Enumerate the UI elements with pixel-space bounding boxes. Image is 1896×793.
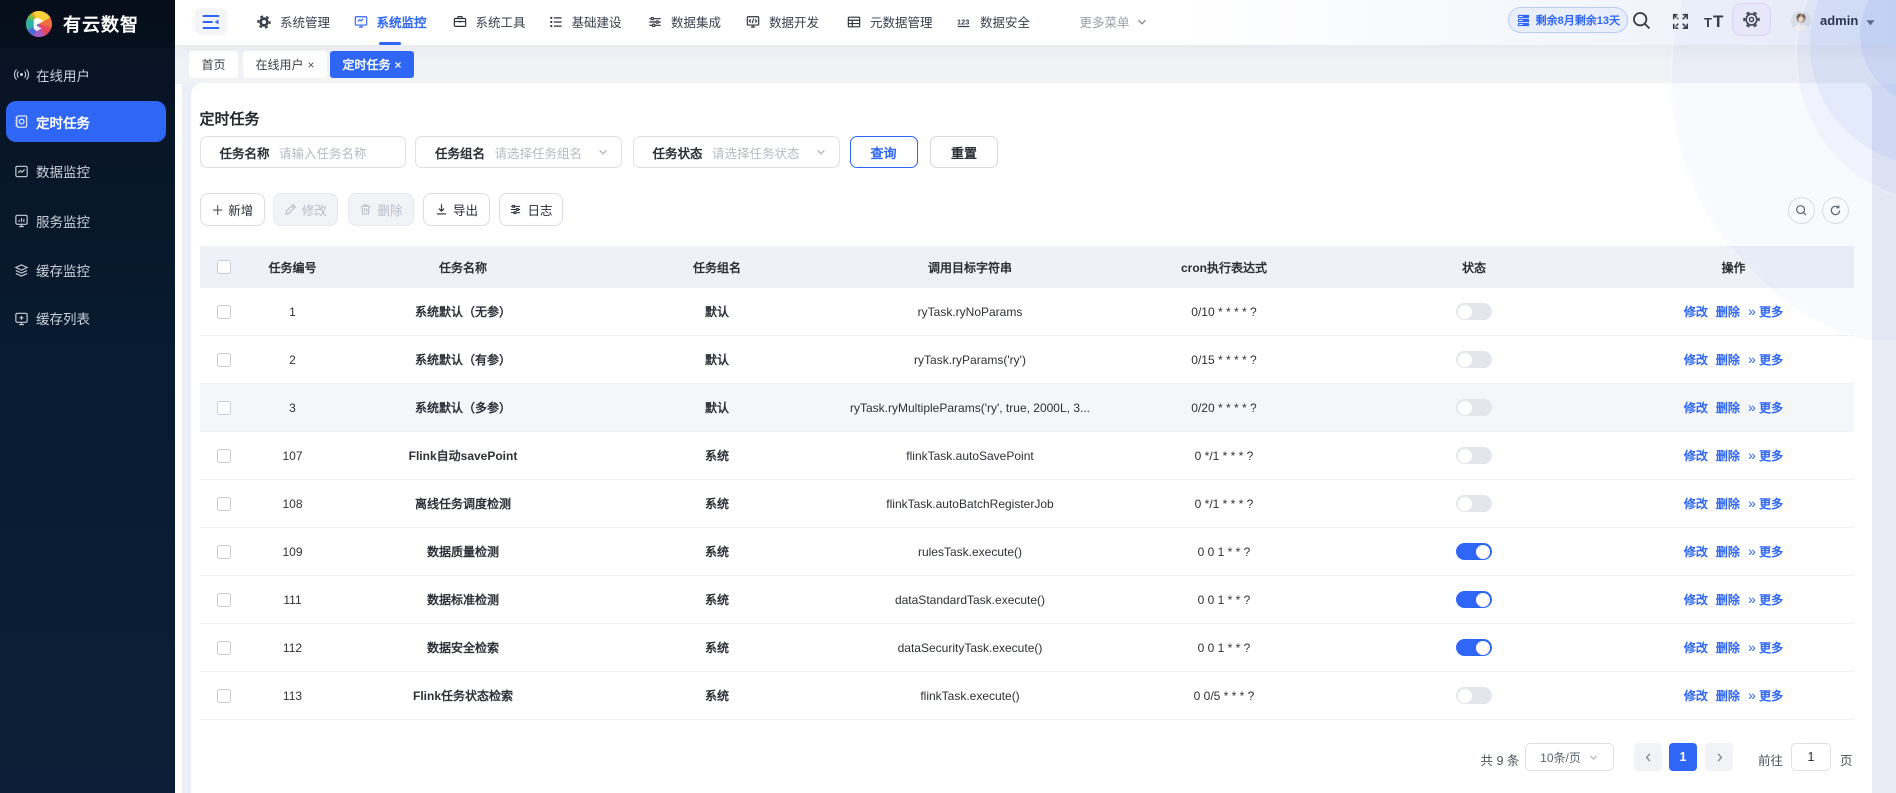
svg-text:T: T: [1713, 13, 1724, 31]
svg-text:123: 123: [957, 17, 969, 26]
svg-text:T: T: [1704, 15, 1712, 30]
